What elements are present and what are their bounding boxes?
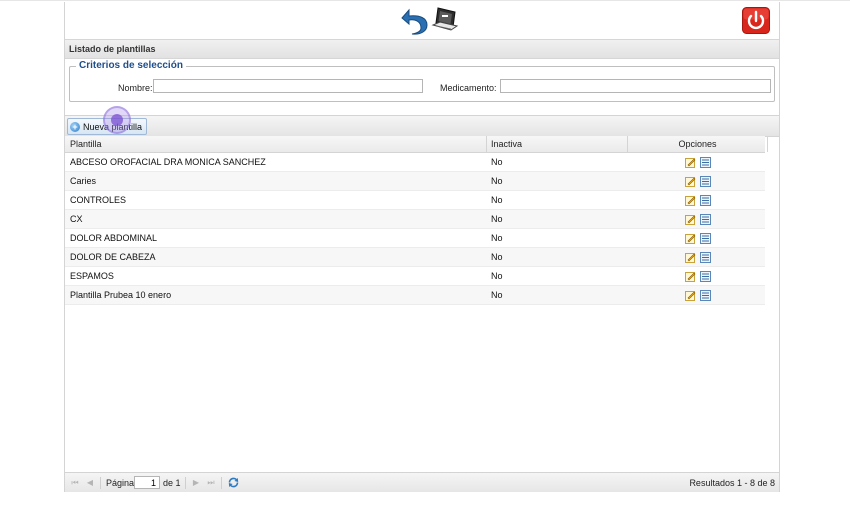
edit-icon[interactable] xyxy=(685,214,696,225)
plantilla-cell: Plantilla Prubea 10 enero xyxy=(70,290,172,300)
templates-panel: Listado de plantillas Criterios de selec… xyxy=(64,2,780,492)
column-plantilla[interactable]: Plantilla xyxy=(65,136,487,152)
edit-icon[interactable] xyxy=(685,176,696,187)
plantilla-cell: DOLOR ABDOMINAL xyxy=(70,233,158,243)
top-border xyxy=(0,0,850,1)
details-list-icon[interactable] xyxy=(700,214,711,225)
pager-divider xyxy=(100,477,101,489)
last-page-icon[interactable]: ⏭ xyxy=(206,478,216,487)
table-row[interactable]: ESPAMOS No xyxy=(65,267,765,286)
page-of-label: de 1 xyxy=(163,478,181,488)
refresh-icon[interactable] xyxy=(227,476,240,489)
details-list-icon[interactable] xyxy=(700,271,711,282)
inactiva-cell: No xyxy=(491,290,503,300)
nombre-label: Nombre: xyxy=(118,83,153,93)
inactiva-cell: No xyxy=(491,195,503,205)
inactiva-cell: No xyxy=(491,233,503,243)
criteria-legend: Criterios de selección xyxy=(76,60,186,71)
inactiva-cell: No xyxy=(491,214,503,224)
page-number-input[interactable] xyxy=(134,476,160,489)
table-row[interactable]: DOLOR DE CABEZA No xyxy=(65,248,765,267)
power-icon[interactable] xyxy=(742,7,770,34)
plantilla-cell: ABCESO OROFACIAL DRA MONICA SANCHEZ xyxy=(70,157,266,167)
column-opciones: Opciones xyxy=(628,136,768,152)
table-row[interactable]: CX No xyxy=(65,210,765,229)
edit-icon[interactable] xyxy=(685,290,696,301)
plantilla-cell: ESPAMOS xyxy=(70,271,114,281)
details-list-icon[interactable] xyxy=(700,176,711,187)
results-count: Resultados 1 - 8 de 8 xyxy=(689,478,775,488)
pager-divider xyxy=(185,477,186,489)
table-row[interactable]: Caries No xyxy=(65,172,765,191)
plantilla-cell: Caries xyxy=(70,176,97,186)
table-row[interactable]: Plantilla Prubea 10 enero No xyxy=(65,286,765,305)
next-page-icon[interactable]: ▶ xyxy=(191,478,201,487)
details-list-icon[interactable] xyxy=(700,252,711,263)
table-row[interactable]: DOLOR ABDOMINAL No xyxy=(65,229,765,248)
page-title: Listado de plantillas xyxy=(69,44,156,54)
plantilla-cell: CX xyxy=(70,214,83,224)
table-header: Plantilla Inactiva Opciones xyxy=(65,136,768,153)
medicamento-label: Medicamento: xyxy=(440,83,497,93)
edit-icon[interactable] xyxy=(685,252,696,263)
page-label: Página xyxy=(106,478,135,488)
details-list-icon[interactable] xyxy=(700,157,711,168)
inactiva-cell: No xyxy=(491,271,503,281)
prev-page-icon[interactable]: ◀ xyxy=(85,478,95,487)
details-list-icon[interactable] xyxy=(700,195,711,206)
computer-icon[interactable] xyxy=(431,6,459,36)
edit-icon[interactable] xyxy=(685,233,696,244)
back-arrow-icon[interactable] xyxy=(399,6,429,36)
new-template-label: Nueva plantilla xyxy=(83,121,143,132)
top-toolbar xyxy=(65,2,779,39)
edit-icon[interactable] xyxy=(685,195,696,206)
medicamento-input[interactable] xyxy=(500,79,771,93)
pager-divider xyxy=(221,477,222,489)
add-icon: + xyxy=(70,121,80,132)
plantilla-cell: CONTROLES xyxy=(70,195,127,205)
page-title-bar: Listado de plantillas xyxy=(65,39,779,59)
pager-bar: ⏮ ◀ Página de 1 ▶ ⏭ Resultados 1 - 8 de … xyxy=(65,472,779,492)
details-list-icon[interactable] xyxy=(700,290,711,301)
edit-icon[interactable] xyxy=(685,157,696,168)
selection-criteria: Criterios de selección Nombre: Medicamen… xyxy=(69,60,775,102)
plantilla-cell: DOLOR DE CABEZA xyxy=(70,252,156,262)
inactiva-cell: No xyxy=(491,252,503,262)
table-body: ABCESO OROFACIAL DRA MONICA SANCHEZ No C… xyxy=(65,153,765,305)
edit-icon[interactable] xyxy=(685,271,696,282)
grid-toolbar: + Nueva plantilla xyxy=(65,115,779,137)
column-inactiva[interactable]: Inactiva xyxy=(487,136,628,152)
nombre-input[interactable] xyxy=(153,79,423,93)
new-template-button[interactable]: + Nueva plantilla xyxy=(67,118,148,135)
inactiva-cell: No xyxy=(491,157,503,167)
table-row[interactable]: ABCESO OROFACIAL DRA MONICA SANCHEZ No xyxy=(65,153,765,172)
inactiva-cell: No xyxy=(491,176,503,186)
first-page-icon[interactable]: ⏮ xyxy=(70,478,80,487)
table-row[interactable]: CONTROLES No xyxy=(65,191,765,210)
details-list-icon[interactable] xyxy=(700,233,711,244)
